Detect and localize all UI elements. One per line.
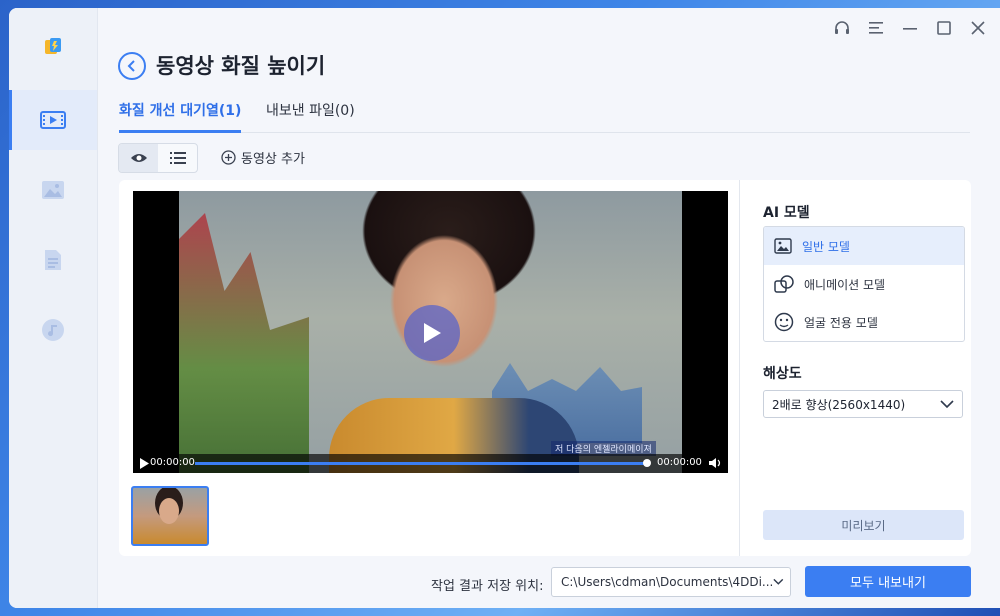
tab-bar: 화질 개선 대기열(1) 내보낸 파일(0) [119, 98, 970, 133]
music-icon [42, 319, 64, 341]
add-video-button[interactable]: 동영상 추가 [221, 148, 305, 167]
main-panel: 저 다음의 엔젤라이메이져 00:00:00 00:00:00 AI 모델 일반… [119, 180, 971, 556]
background-decoration [179, 213, 309, 473]
resolution-select[interactable]: 2배로 향상(2560x1440) [763, 390, 963, 418]
sidebar-item-audio[interactable] [9, 300, 97, 360]
document-icon [45, 250, 61, 270]
model-option-face[interactable]: 얼굴 전용 모델 [764, 303, 964, 341]
maximize-button[interactable] [934, 18, 954, 38]
thumbnail-subject [159, 498, 179, 524]
face-icon [774, 312, 794, 332]
current-time: 00:00:00 [150, 457, 195, 468]
export-all-button[interactable]: 모두 내보내기 [805, 566, 971, 597]
resolution-title: 해상도 [763, 366, 802, 382]
view-mode-toggle [118, 143, 198, 173]
save-path-value: C:\Users\cdman\Documents\4DDi... [561, 575, 774, 589]
chevron-down-icon [940, 399, 954, 408]
headset-icon [835, 21, 849, 34]
minimize-icon [903, 28, 917, 30]
tab-enhance-queue[interactable]: 화질 개선 대기열(1) [119, 100, 242, 133]
sidebar-item-document[interactable] [9, 230, 97, 290]
add-video-label: 동영상 추가 [241, 152, 305, 167]
close-button[interactable] [968, 18, 988, 38]
sidebar-item-image[interactable] [9, 160, 97, 220]
menu-icon [869, 22, 883, 34]
video-thumbnail[interactable] [131, 486, 209, 546]
plus-circle-icon [221, 150, 236, 165]
ai-model-list: 일반 모델 애니메이션 모델 얼굴 전용 모델 [763, 226, 965, 342]
preview-button[interactable]: 미리보기 [763, 510, 964, 540]
model-option-anime[interactable]: 애니메이션 모델 [764, 265, 964, 303]
back-button[interactable] [118, 52, 146, 80]
volume-icon[interactable] [708, 457, 722, 469]
close-icon [971, 21, 985, 35]
menu-button[interactable] [866, 18, 886, 38]
chevron-down-icon [773, 578, 784, 585]
save-path-select[interactable]: C:\Users\cdman\Documents\4DDi... [551, 567, 791, 597]
maximize-icon [937, 21, 951, 35]
player-controls: 00:00:00 00:00:00 [133, 454, 728, 473]
list-icon [169, 152, 186, 164]
seek-bar[interactable] [195, 462, 647, 465]
seek-handle[interactable] [643, 459, 651, 467]
preview-view-button[interactable] [119, 144, 158, 172]
model-option-label: 얼굴 전용 모델 [804, 315, 878, 330]
anime-icon [774, 275, 794, 293]
model-option-label: 애니메이션 모델 [804, 277, 886, 292]
save-location-label: 작업 결과 저장 위치: [431, 579, 544, 594]
app-window: 동영상 화질 높이기 화질 개선 대기열(1) 내보낸 파일(0) 동영상 추가 [9, 8, 1000, 608]
resolution-value: 2배로 향상(2560x1440) [772, 397, 906, 412]
ai-model-title: AI 모델 [763, 205, 810, 221]
window-controls [832, 18, 988, 38]
support-button[interactable] [832, 18, 852, 38]
video-enhance-icon [40, 111, 66, 129]
eye-icon [130, 154, 147, 162]
chevron-left-icon [127, 60, 135, 72]
video-player[interactable]: 저 다음의 엔젤라이메이져 00:00:00 00:00:00 [133, 191, 728, 473]
model-option-label: 일반 모델 [802, 239, 850, 254]
sidebar [9, 8, 98, 608]
image-icon [774, 238, 792, 254]
model-option-general[interactable]: 일반 모델 [764, 227, 964, 265]
tab-exported-files[interactable]: 내보낸 파일(0) [266, 100, 355, 130]
image-icon [42, 181, 64, 199]
settings-panel: AI 모델 일반 모델 애니메이션 모델 얼굴 전용 모델 해상도 2배로 향상… [739, 180, 972, 556]
sidebar-item-video[interactable] [9, 90, 97, 150]
minimize-button[interactable] [900, 18, 920, 38]
list-view-button[interactable] [158, 144, 197, 172]
play-small-icon[interactable] [139, 458, 149, 469]
page-title: 동영상 화질 높이기 [156, 54, 326, 78]
app-logo [45, 38, 61, 54]
play-overlay-button[interactable] [404, 305, 460, 361]
duration-time: 00:00:00 [657, 457, 702, 468]
play-icon [424, 323, 441, 343]
